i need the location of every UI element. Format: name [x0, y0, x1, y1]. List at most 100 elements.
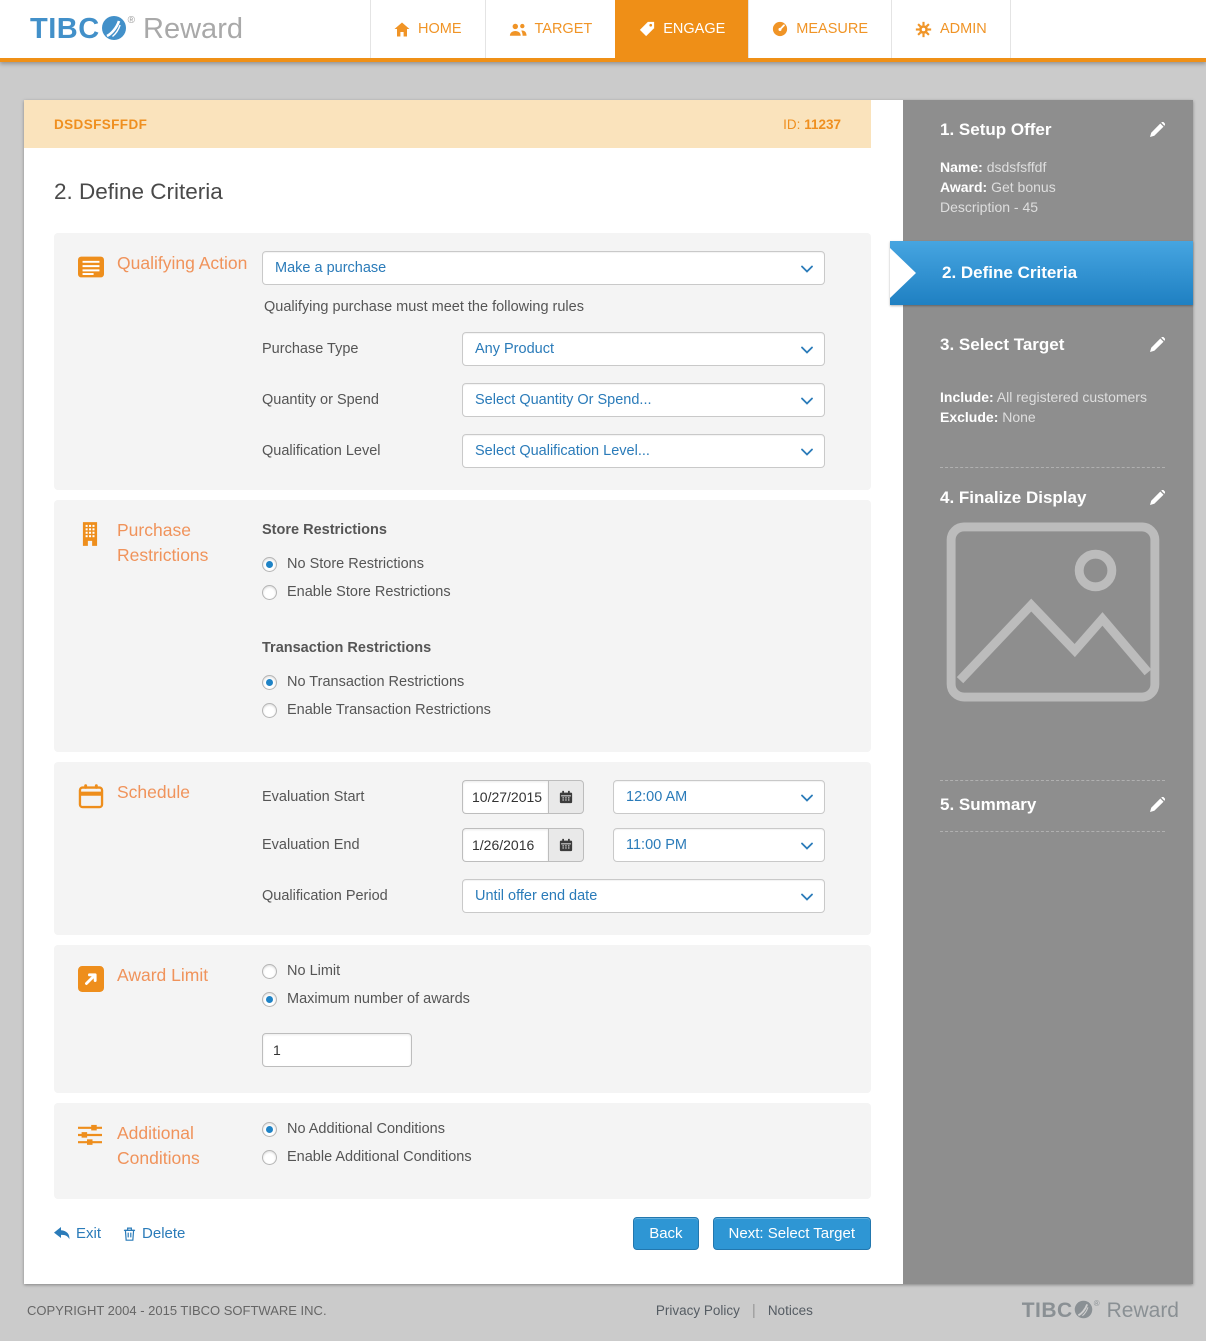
radio-unselected-icon[interactable] — [262, 1150, 277, 1165]
award-value: Get bonus — [991, 179, 1056, 195]
exclude-value: None — [1002, 409, 1035, 425]
edit-pencil-icon[interactable] — [1150, 122, 1165, 137]
qualifying-action-select[interactable]: Make a purchase — [262, 251, 825, 285]
tab-target[interactable]: TARGET — [485, 0, 616, 58]
gauge-icon — [772, 21, 788, 37]
max-awards-input[interactable] — [262, 1033, 412, 1067]
privacy-policy-link[interactable]: Privacy Policy — [656, 1303, 740, 1318]
exit-link[interactable]: Exit — [54, 1225, 101, 1242]
radio-selected-icon[interactable] — [262, 557, 277, 572]
radio-no-limit[interactable]: No Limit — [262, 963, 825, 979]
radio-label: No Additional Conditions — [287, 1121, 445, 1137]
offer-id-label: ID: — [783, 117, 800, 132]
app-header: TIBC ® Reward HOME TARGET ENGAGE — [0, 0, 1206, 62]
calendar-picker-button[interactable] — [548, 828, 584, 862]
radio-enable-transaction-restrictions[interactable]: Enable Transaction Restrictions — [262, 702, 825, 718]
offer-banner: DSDSFSFFDF ID: 11237 — [24, 100, 871, 148]
section-label: Qualifying Action — [117, 251, 247, 468]
gears-icon — [915, 21, 932, 38]
include-value: All registered customers — [997, 389, 1147, 405]
tab-admin[interactable]: ADMIN — [891, 0, 1011, 58]
section-label: Award Limit — [117, 963, 208, 1071]
include-line: Include: All registered customers — [940, 387, 1165, 407]
reply-arrow-icon — [54, 1227, 70, 1241]
radio-no-store-restrictions[interactable]: No Store Restrictions — [262, 556, 825, 572]
section-schedule: Schedule Evaluation Start 12:00 AM — [54, 762, 871, 935]
back-button[interactable]: Back — [633, 1217, 698, 1250]
section-additional-conditions: Additional Conditions No Additional Cond… — [54, 1103, 871, 1199]
tab-measure[interactable]: MEASURE — [748, 0, 891, 58]
tibco-globe-icon — [1074, 1300, 1093, 1324]
chevron-down-icon — [801, 346, 813, 354]
footer-logo: TIBC ® Reward — [1022, 1298, 1179, 1324]
list-icon — [78, 254, 104, 280]
step-title: 3. Select Target — [940, 335, 1064, 355]
radio-unselected-icon[interactable] — [262, 585, 277, 600]
tab-engage[interactable]: ENGAGE — [615, 0, 748, 62]
evaluation-start-time-select[interactable]: 12:00 AM — [613, 780, 825, 814]
tab-home[interactable]: HOME — [370, 0, 485, 58]
purchase-type-select[interactable]: Any Product — [462, 332, 825, 366]
radio-selected-icon[interactable] — [262, 992, 277, 1007]
qualification-period-label: Qualification Period — [262, 888, 462, 904]
step-title: 5. Summary — [940, 795, 1036, 815]
edit-pencil-icon[interactable] — [1150, 337, 1165, 352]
radio-no-additional-conditions[interactable]: No Additional Conditions — [262, 1121, 825, 1137]
radio-selected-icon[interactable] — [262, 675, 277, 690]
footer-separator: | — [752, 1302, 756, 1319]
tibco-wordmark: TIBC — [30, 13, 100, 46]
home-icon — [394, 22, 410, 37]
section-qualifying-action: Qualifying Action Make a purchase Qualif… — [54, 233, 871, 490]
evaluation-start-date-input[interactable] — [462, 780, 548, 814]
edit-pencil-icon[interactable] — [1150, 490, 1165, 505]
qualification-level-select[interactable]: Select Qualification Level... — [462, 434, 825, 468]
tibco-globe-icon — [101, 15, 127, 46]
step-summary: 5. Summary — [903, 781, 1193, 832]
delete-link[interactable]: Delete — [123, 1225, 185, 1242]
next-select-target-button[interactable]: Next: Select Target — [713, 1217, 871, 1250]
edit-pencil-icon[interactable] — [1150, 797, 1165, 812]
exclude-label: Exclude: — [940, 409, 998, 425]
app-logo[interactable]: TIBC ® Reward — [0, 0, 370, 58]
radio-selected-icon[interactable] — [262, 1122, 277, 1137]
offer-id-value: 11237 — [804, 117, 841, 132]
section-label: Additional Conditions — [117, 1121, 262, 1177]
radio-enable-additional-conditions[interactable]: Enable Additional Conditions — [262, 1149, 825, 1165]
evaluation-end-date-input[interactable] — [462, 828, 548, 862]
calendar-picker-button[interactable] — [548, 780, 584, 814]
radio-unselected-icon[interactable] — [262, 964, 277, 979]
chevron-down-icon — [801, 448, 813, 456]
offer-name-line: Name: dsdsfsffdf — [940, 157, 1165, 177]
radio-label: Enable Transaction Restrictions — [287, 702, 491, 718]
radio-enable-store-restrictions[interactable]: Enable Store Restrictions — [262, 584, 825, 600]
building-icon — [78, 521, 104, 547]
radio-label: No Limit — [287, 963, 340, 979]
tab-label: MEASURE — [796, 21, 868, 37]
registered-mark: ® — [1094, 1299, 1100, 1308]
name-value: dsdsfsffdf — [987, 159, 1047, 175]
section-purchase-restrictions: Purchase Restrictions Store Restrictions… — [54, 500, 871, 752]
form-actions: Exit Delete Back Next: Select Target — [54, 1217, 871, 1280]
copyright-text: COPYRIGHT 2004 - 2015 TIBCO SOFTWARE INC… — [27, 1303, 447, 1318]
qualification-period-select[interactable]: Until offer end date — [462, 879, 825, 913]
notices-link[interactable]: Notices — [768, 1303, 813, 1318]
qualifying-action-select-value: Make a purchase — [275, 260, 386, 276]
radio-max-awards[interactable]: Maximum number of awards — [262, 991, 825, 1007]
radio-no-transaction-restrictions[interactable]: No Transaction Restrictions — [262, 674, 825, 690]
content-column: DSDSFSFFDF ID: 11237 2. Define Criteria … — [24, 100, 903, 1284]
wizard-sidebar: 1. Setup Offer Name: dsdsfsffdf Award: G… — [903, 100, 1193, 1284]
exclude-line: Exclude: None — [940, 407, 1165, 427]
evaluation-end-time-select[interactable]: 11:00 PM — [613, 828, 825, 862]
quantity-spend-select[interactable]: Select Quantity Or Spend... — [462, 383, 825, 417]
step-title: 1. Setup Offer — [940, 120, 1051, 140]
radio-unselected-icon[interactable] — [262, 703, 277, 718]
image-placeholder-icon — [940, 522, 1165, 702]
radio-label: No Transaction Restrictions — [287, 674, 464, 690]
quantity-spend-value: Select Quantity Or Spend... — [475, 392, 652, 408]
step-define-criteria-active[interactable]: 2. Define Criteria — [890, 241, 1193, 305]
name-label: Name: — [940, 159, 983, 175]
reward-wordmark: Reward — [143, 13, 243, 46]
exit-label: Exit — [76, 1225, 101, 1242]
qualification-period-value: Until offer end date — [475, 888, 597, 904]
step-select-target: 3. Select Target Include: All registered… — [903, 329, 1193, 468]
